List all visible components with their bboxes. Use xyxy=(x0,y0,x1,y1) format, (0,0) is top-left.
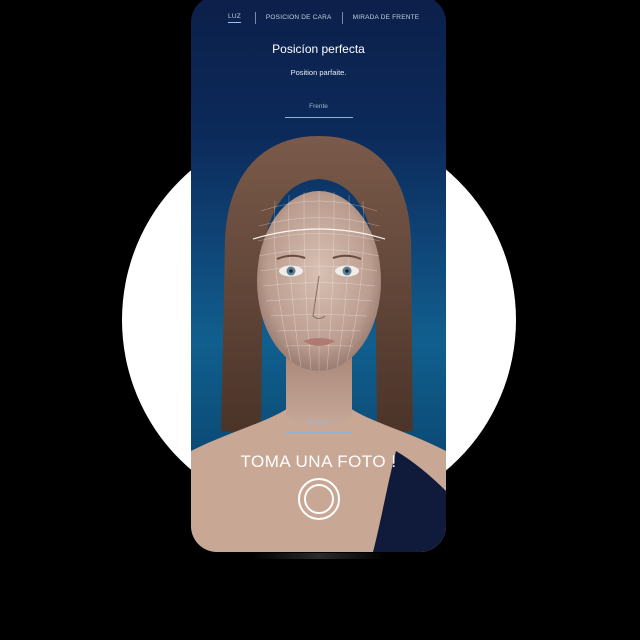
take-photo-prompt: TOMA UNA FOTO ! xyxy=(240,452,397,471)
forehead-guide-label: Frente xyxy=(309,103,328,110)
phone-screen: LUZ POSICION DE CARA MIRADA DE FRENTE Po… xyxy=(191,0,446,552)
tab-mirada-de-frente[interactable]: MIRADA DE FRENTE xyxy=(353,14,420,23)
shutter-inner-ring xyxy=(304,484,334,514)
phone-reflection xyxy=(252,553,386,559)
chin-guide-line xyxy=(285,432,353,433)
tab-separator xyxy=(341,12,343,24)
shutter-button-icon[interactable] xyxy=(298,478,340,520)
tab-posicion-de-cara[interactable]: POSICION DE CARA xyxy=(266,14,332,23)
page-title: Posicíon perfecta xyxy=(272,42,365,56)
page-subtitle: Position parfaite. xyxy=(290,68,347,77)
tab-separator xyxy=(254,12,256,24)
chin-guide-label: Barbilla xyxy=(307,419,330,426)
tab-luz[interactable]: LUZ xyxy=(228,13,241,23)
step-tabs: LUZ POSICION DE CARA MIRADA DE FRENTE xyxy=(191,8,446,28)
forehead-guide-line xyxy=(285,117,353,118)
